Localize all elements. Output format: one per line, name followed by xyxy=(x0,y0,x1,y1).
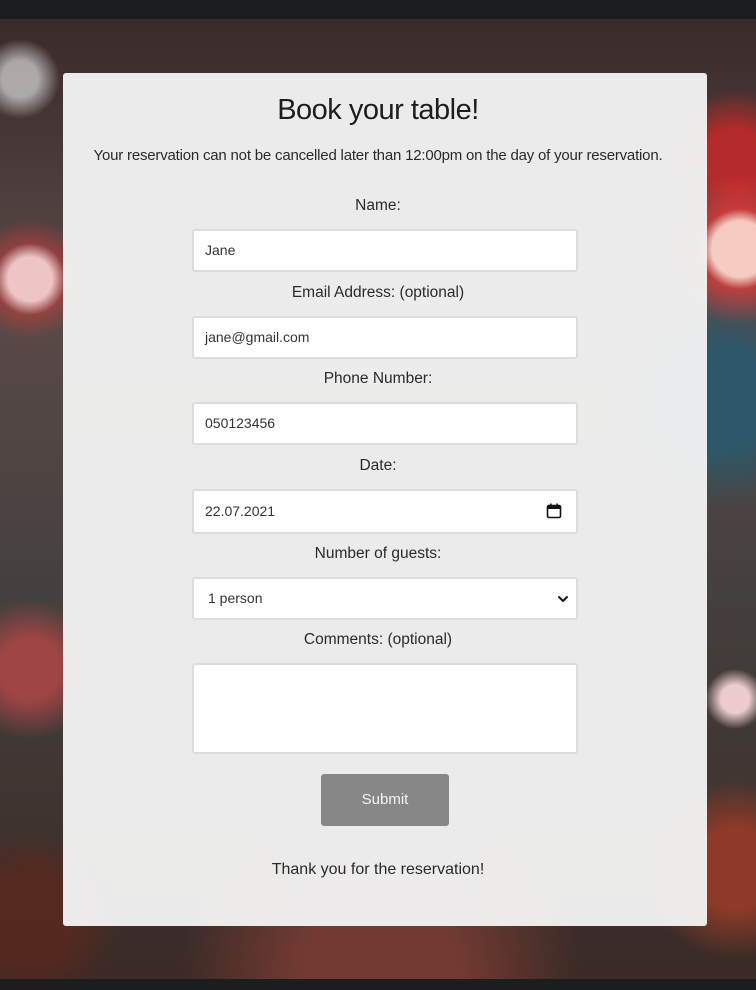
date-label: Date: xyxy=(359,457,397,474)
cancellation-note: Your reservation can not be cancelled la… xyxy=(93,147,663,164)
submit-button[interactable]: Submit xyxy=(321,774,449,826)
chevron-down-icon xyxy=(558,596,568,602)
email-label: Email Address: (optional) xyxy=(291,284,465,301)
date-input-value: 22.07.2021 xyxy=(205,503,276,519)
comments-label: Comments: (optional) xyxy=(303,631,453,648)
comments-textarea[interactable] xyxy=(192,663,578,754)
name-input-value: Jane xyxy=(205,242,236,258)
phone-input-value: 050123456 xyxy=(205,415,276,431)
guests-select-value: 1 person xyxy=(208,590,263,606)
page-title: Book your table! xyxy=(277,94,479,126)
name-label: Name: xyxy=(355,197,401,214)
guests-select[interactable]: 1 person xyxy=(192,577,578,620)
date-input[interactable]: 22.07.2021 xyxy=(192,489,578,534)
phone-input[interactable]: 050123456 xyxy=(192,402,578,445)
phone-label: Phone Number: xyxy=(323,370,433,387)
thanks-message: Thank you for the reservation! xyxy=(271,861,485,878)
email-input[interactable]: jane@gmail.com xyxy=(192,316,578,359)
guests-label: Number of guests: xyxy=(314,545,442,562)
email-input-value: jane@gmail.com xyxy=(205,329,310,345)
calendar-icon[interactable] xyxy=(546,503,562,519)
top-bar xyxy=(0,0,756,19)
name-input[interactable]: Jane xyxy=(192,229,578,272)
bottom-bar xyxy=(0,979,756,990)
